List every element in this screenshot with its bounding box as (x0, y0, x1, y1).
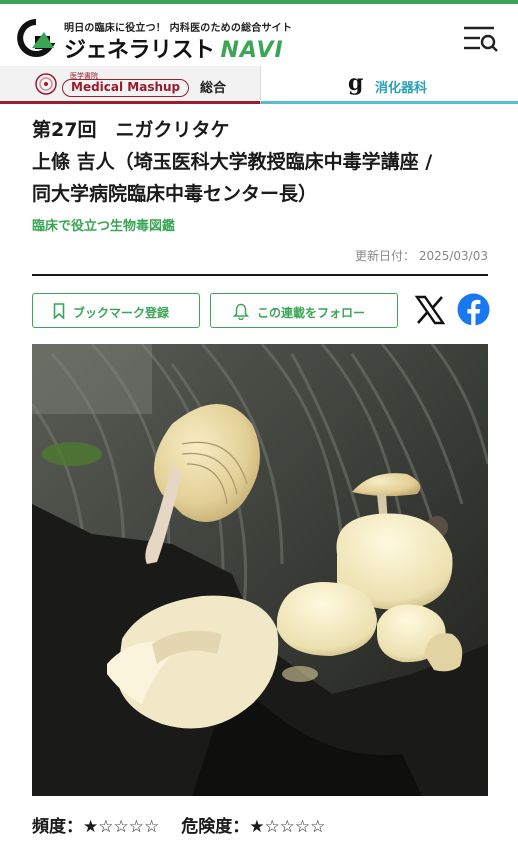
tab-general-label: 総合 (200, 81, 227, 96)
site-header: 明日の臨床に役立つ！ 内科医のための総合サイト ジェネラリスト NAVI (0, 4, 518, 66)
gastro-g-icon: g (348, 72, 363, 96)
frequency-stars: ★☆☆☆☆ (83, 817, 160, 837)
updated-date: 更新日付： 2025/03/03 (355, 247, 488, 264)
bookmark-button[interactable]: ブックマーク登録 (32, 293, 200, 328)
x-share-icon[interactable] (414, 294, 446, 326)
article-title-episode: 第27回 ニガクリタケ (32, 119, 230, 141)
facebook-share-icon[interactable] (457, 293, 490, 326)
updated-label: 更新日付： (354, 249, 415, 263)
follow-series-button[interactable]: この連載をフォロー (210, 293, 398, 328)
series-category-link[interactable]: 臨床で役立つ生物毒図鑑 (32, 215, 175, 234)
tab-medical-mashup[interactable]: 医学書院 Medical Mashup 総合 (0, 66, 260, 104)
menu-search-icon (464, 26, 498, 52)
tab-gastroenterology-label: 消化器科 (375, 81, 428, 96)
menu-search-button[interactable] (460, 22, 500, 56)
logo-text: ジェネラリスト (64, 38, 215, 63)
medical-mashup-badge: Medical Mashup (62, 79, 190, 97)
site-logo[interactable]: ジェネラリスト NAVI (64, 32, 284, 64)
nigakuritake-mushroom-image (32, 344, 488, 796)
tab-gastroenterology[interactable]: g 消化器科 (260, 66, 518, 104)
svg-text:g: g (348, 72, 363, 96)
logo-navi: NAVI (220, 38, 284, 63)
category-tabs: 医学書院 Medical Mashup 総合 g 消化器科 (0, 66, 518, 104)
article-title-affiliation: 同大学病院臨床中毒センター長） (32, 183, 318, 205)
toxicity-rating: 頻度：★☆☆☆☆ 危険度：★☆☆☆☆ (32, 812, 325, 837)
danger-label: 危険度： (181, 817, 250, 837)
bookmark-label: ブックマーク登録 (73, 306, 170, 320)
frequency-label: 頻度： (32, 817, 83, 837)
bookmark-icon (53, 303, 65, 319)
article-title-author: 上條 吉人（埼玉医科大学教授臨床中毒学講座 / (32, 151, 433, 173)
bell-icon (233, 303, 249, 320)
updated-date-value: 2025/03/03 (418, 249, 488, 263)
header-divider (32, 274, 488, 276)
danger-stars: ★☆☆☆☆ (249, 817, 326, 837)
follow-label: この連載をフォロー (257, 306, 366, 320)
medical-mashup-logo-icon (35, 73, 57, 95)
generalist-logo-icon[interactable] (14, 18, 58, 58)
mushroom-photo (32, 344, 488, 796)
